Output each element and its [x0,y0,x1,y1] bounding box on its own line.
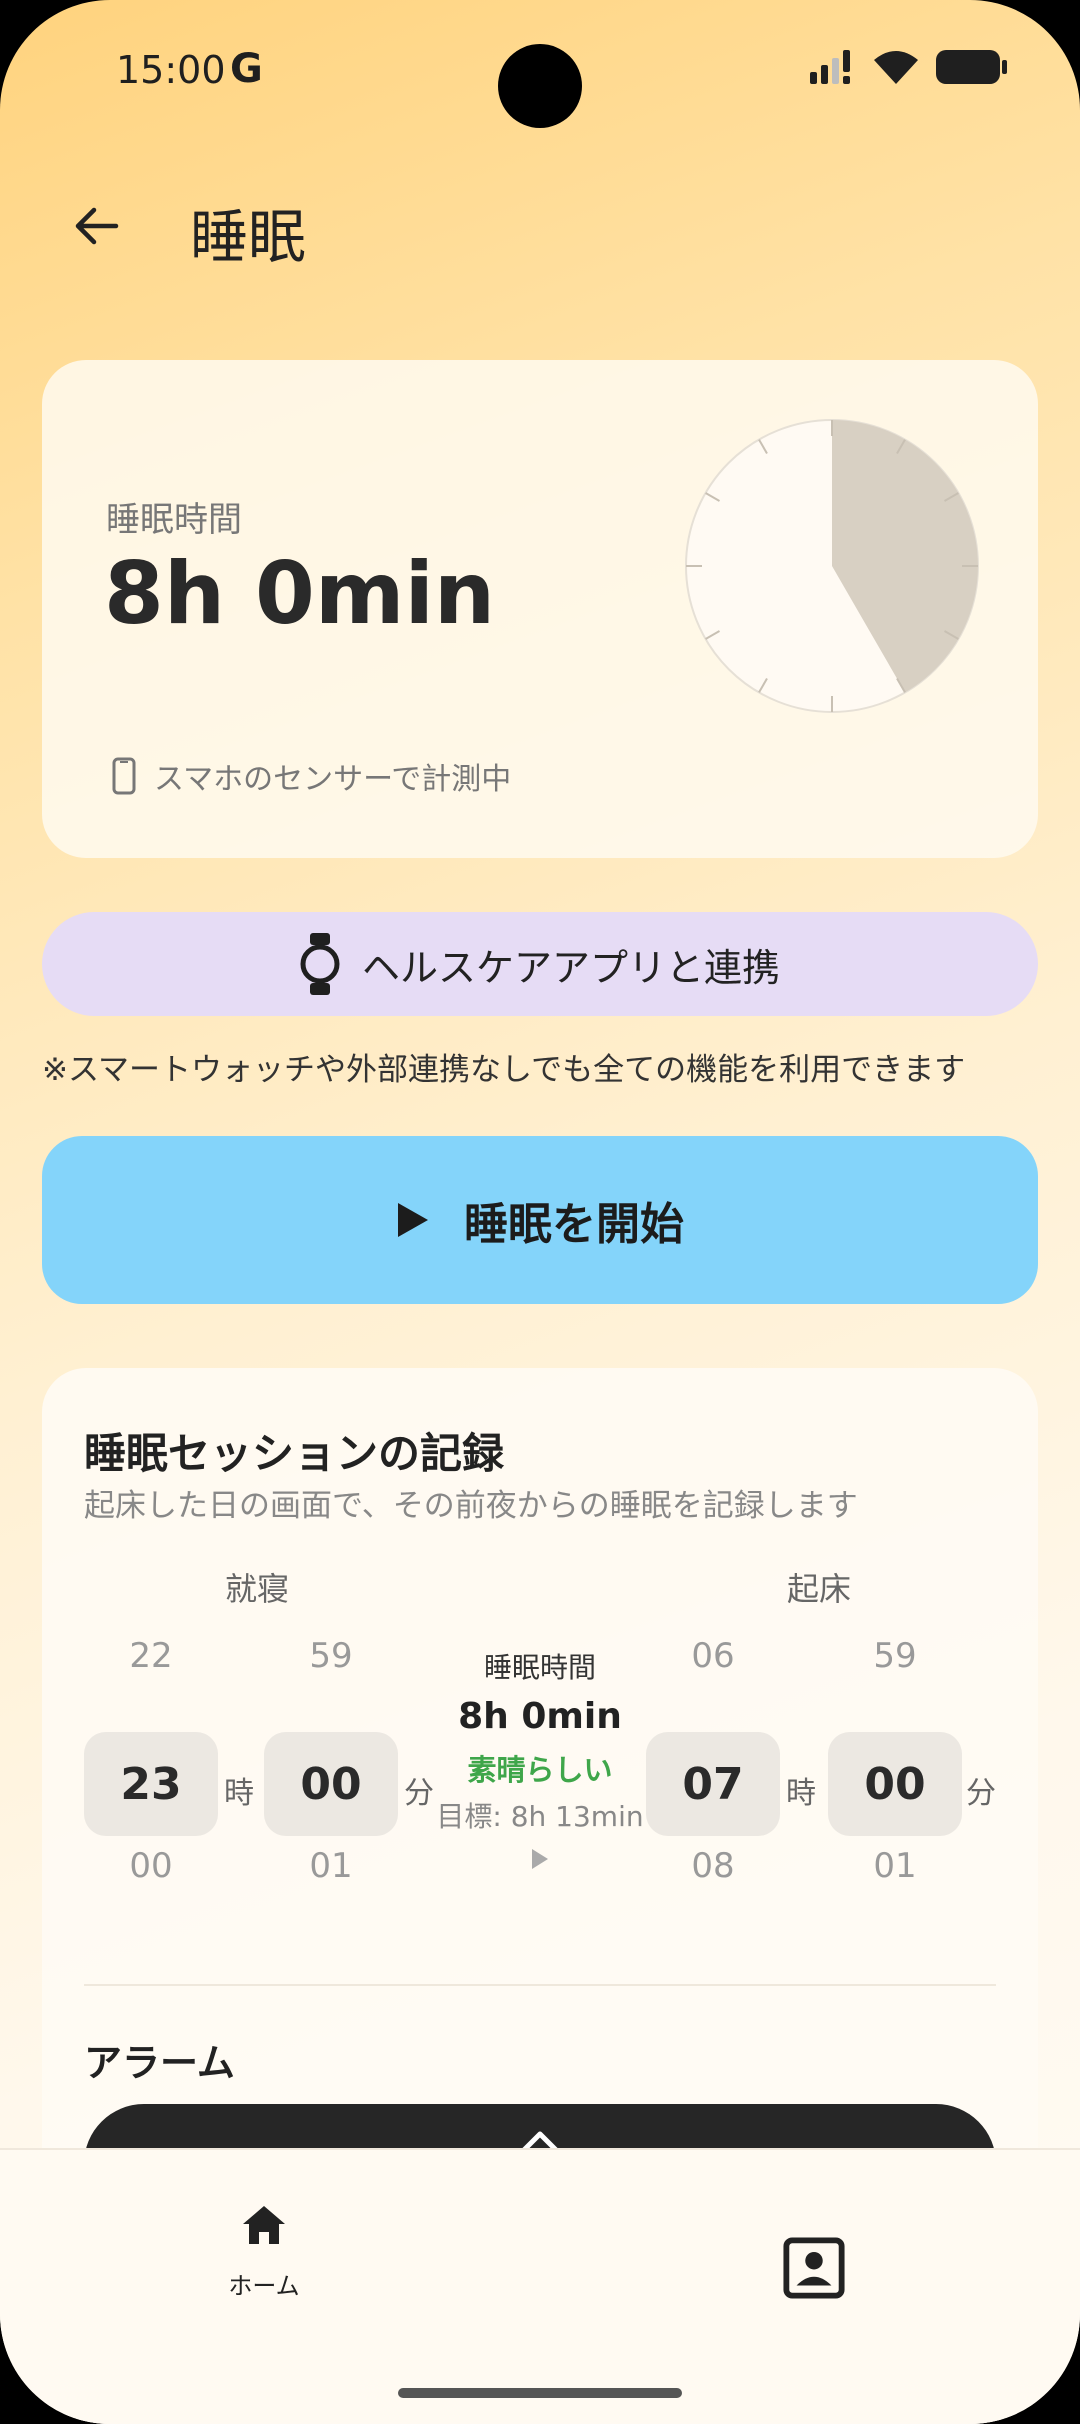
bed-hour-prev[interactable]: 22 [84,1636,218,1676]
health-app-link-button[interactable]: ヘルスケアアプリと連携 [42,912,1038,1016]
watch-icon [300,933,340,995]
page-title: 睡眠 [190,203,307,271]
screen: 15:00 G 睡眠 睡眠時間 8h 0min スマホのセンサーで計測中 ヘルス… [0,0,1080,2424]
wake-minute-prev[interactable]: 59 [828,1636,962,1676]
session-rating: 素晴らしい [467,1753,613,1787]
home-indicator[interactable] [398,2388,682,2398]
wake-hour-picker[interactable]: 07 [646,1732,780,1836]
sleep-summary-card: 睡眠時間 8h 0min スマホのセンサーで計測中 [42,360,1038,858]
wake-hour-next[interactable]: 08 [646,1846,780,1886]
status-time: 15:00 [116,48,226,92]
bed-hour-next[interactable]: 00 [84,1846,218,1886]
battery-icon [936,50,1007,84]
sleep-time-label: 睡眠時間 [106,500,242,540]
bedtime-label: 就寝 [224,1570,289,1608]
sleep-clock-chart [685,419,979,713]
bed-hour-picker[interactable]: 23 [84,1732,218,1836]
record-title: 睡眠セッションの記録 [84,1429,505,1478]
bed-minute-next[interactable]: 01 [264,1846,398,1886]
profile-icon[interactable] [782,2236,846,2300]
play-icon [398,1203,428,1237]
home-icon [243,2206,285,2244]
nav-home-tab[interactable]: ホーム [204,2204,324,2301]
google-logo-icon: G [230,46,263,92]
wake-minute-next[interactable]: 01 [828,1846,962,1886]
camera-cutout [498,44,582,128]
sensor-text: スマホのセンサーで計測中 [154,762,512,797]
sleep-time-value: 8h 0min [104,544,496,644]
record-subtitle: 起床した日の画面で、その前夜からの睡眠を記録します [84,1488,858,1524]
wake-hour-prev[interactable]: 06 [646,1636,780,1676]
status-icons [810,50,1008,84]
start-sleep-button[interactable]: 睡眠を開始 [42,1136,1038,1304]
sensor-status: スマホのセンサーで計測中 [112,754,511,798]
bottom-navigation: ホーム [0,2148,1080,2424]
session-play-button[interactable] [422,1847,658,1871]
wake-label: 起床 [786,1570,851,1608]
divider [84,1984,996,1986]
nav-home-label: ホーム [228,2272,300,2300]
wake-hour-unit: 時 [786,1776,816,1811]
start-sleep-label: 睡眠を開始 [464,1199,684,1250]
bed-hour-unit: 時 [224,1776,254,1811]
wake-minute-unit: 分 [966,1776,996,1811]
health-app-link-label: ヘルスケアアプリと連携 [361,945,780,990]
wake-minute-picker[interactable]: 00 [828,1732,962,1836]
phone-icon [112,757,136,795]
alarm-section-title: アラーム [84,2041,235,2085]
back-button[interactable] [60,190,132,262]
wifi-icon [874,51,918,84]
feature-note: ※スマートウォッチや外部連携なしでも全ての機能を利用できます [42,1052,966,1088]
play-icon [532,1849,548,1869]
back-arrow-icon [75,207,119,245]
session-duration-value: 8h 0min [458,1696,622,1737]
session-duration-label: 睡眠時間 [483,1651,596,1684]
bed-minute-prev[interactable]: 59 [264,1636,398,1676]
session-summary: 睡眠時間 8h 0min 素晴らしい 目標: 8h 13min [422,1646,658,1871]
signal-icon [810,50,850,84]
session-goal: 目標: 8h 13min [436,1800,644,1833]
bed-minute-picker[interactable]: 00 [264,1732,398,1836]
